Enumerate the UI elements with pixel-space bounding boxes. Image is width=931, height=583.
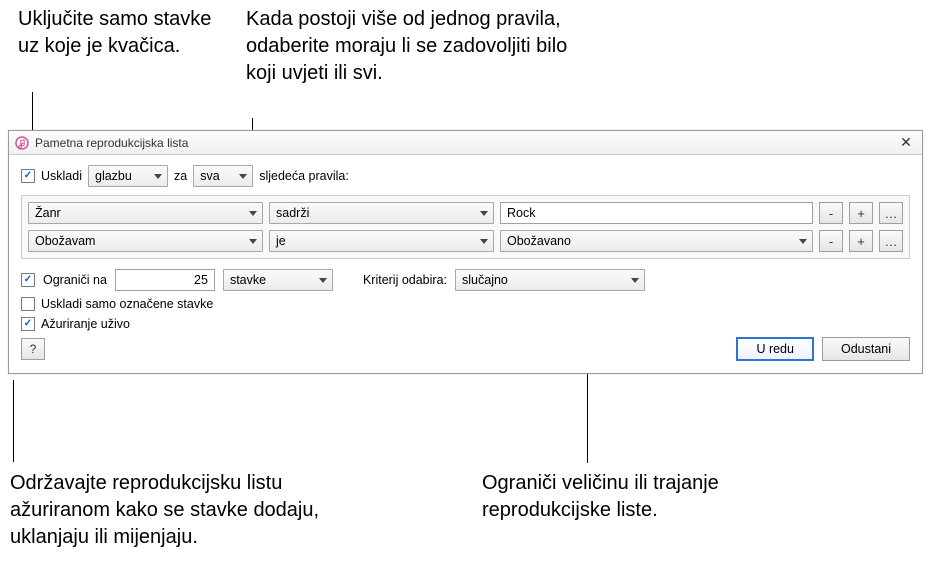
rule-more-button[interactable]: …	[879, 230, 903, 252]
select-value: glazbu	[95, 169, 132, 183]
dialog-title: Pametna reprodukcijska lista	[35, 136, 896, 150]
rule-remove-button[interactable]: -	[819, 230, 843, 252]
rule-op-select[interactable]: je	[269, 230, 494, 252]
rule-field-select[interactable]: Žanr	[28, 202, 263, 224]
callout-limit: Ograniči veličinu ili trajanje reprodukc…	[482, 470, 732, 524]
dialog-footer: ? U redu Odustani	[21, 337, 910, 361]
match-label: Uskladi	[41, 169, 82, 183]
rule-remove-button[interactable]: -	[819, 202, 843, 224]
rule-row: Žanr sadrži Rock - + …	[28, 202, 903, 224]
limit-amount-input[interactable]: 25	[115, 269, 215, 291]
limit-unit-select[interactable]: stavke	[223, 269, 333, 291]
criteria-select[interactable]: slučajno	[455, 269, 645, 291]
checked-only-checkbox[interactable]	[21, 297, 35, 311]
select-value: sadrži	[276, 206, 309, 220]
rule-value-input[interactable]: Rock	[500, 202, 813, 224]
cancel-button[interactable]: Odustani	[822, 337, 910, 361]
callout-line	[13, 380, 14, 462]
match-suffix: sljedeća pravila:	[259, 169, 349, 183]
checked-only-row: Uskladi samo označene stavke	[21, 297, 910, 311]
rule-more-button[interactable]: …	[879, 202, 903, 224]
select-value: slučajno	[462, 273, 508, 287]
match-media-select[interactable]: glazbu	[88, 165, 168, 187]
select-value: je	[276, 234, 286, 248]
titlebar: Pametna reprodukcijska lista ✕	[9, 131, 922, 155]
input-value: 25	[194, 273, 208, 287]
rule-add-button[interactable]: +	[849, 202, 873, 224]
rule-field-select[interactable]: Obožavam	[28, 230, 263, 252]
select-value: Obožavano	[507, 234, 571, 248]
match-row: Uskladi glazbu za sva sljedeća pravila:	[21, 165, 910, 187]
rule-row: Obožavam je Obožavano - + …	[28, 230, 903, 252]
input-value: Rock	[507, 206, 535, 220]
callout-checked-only: Uključite samo stavke uz koje je kvačica…	[18, 6, 238, 60]
smart-playlist-dialog: Pametna reprodukcijska lista ✕ Uskladi g…	[8, 130, 923, 374]
select-value: stavke	[230, 273, 266, 287]
help-button[interactable]: ?	[21, 338, 45, 360]
criteria-label: Kriterij odabira:	[363, 273, 447, 287]
dialog-body: Uskladi glazbu za sva sljedeća pravila: …	[9, 155, 922, 373]
callout-live-update: Održavajte reprodukcijsku listu ažuriran…	[10, 470, 340, 551]
select-value: sva	[200, 169, 219, 183]
checked-only-label: Uskladi samo označene stavke	[41, 297, 213, 311]
live-update-row: Ažuriranje uživo	[21, 317, 910, 331]
rule-op-select[interactable]: sadrži	[269, 202, 494, 224]
close-button[interactable]: ✕	[896, 133, 916, 153]
match-checkbox[interactable]	[21, 169, 35, 183]
select-value: Obožavam	[35, 234, 95, 248]
match-all-any-select[interactable]: sva	[193, 165, 253, 187]
live-update-checkbox[interactable]	[21, 317, 35, 331]
limit-row: Ograniči na 25 stavke Kriterij odabira: …	[21, 269, 910, 291]
rule-add-button[interactable]: +	[849, 230, 873, 252]
select-value: Žanr	[35, 206, 61, 220]
callout-all-any: Kada postoji više od jednog pravila, oda…	[246, 6, 586, 87]
live-update-label: Ažuriranje uživo	[41, 317, 130, 331]
limit-label: Ograniči na	[43, 273, 107, 287]
limit-checkbox[interactable]	[21, 273, 35, 287]
match-for: za	[174, 169, 187, 183]
ok-button[interactable]: U redu	[736, 337, 814, 361]
rule-value-select[interactable]: Obožavano	[500, 230, 813, 252]
itunes-icon	[15, 136, 29, 150]
rules-container: Žanr sadrži Rock - + … Obožavam je Oboža…	[21, 195, 910, 259]
